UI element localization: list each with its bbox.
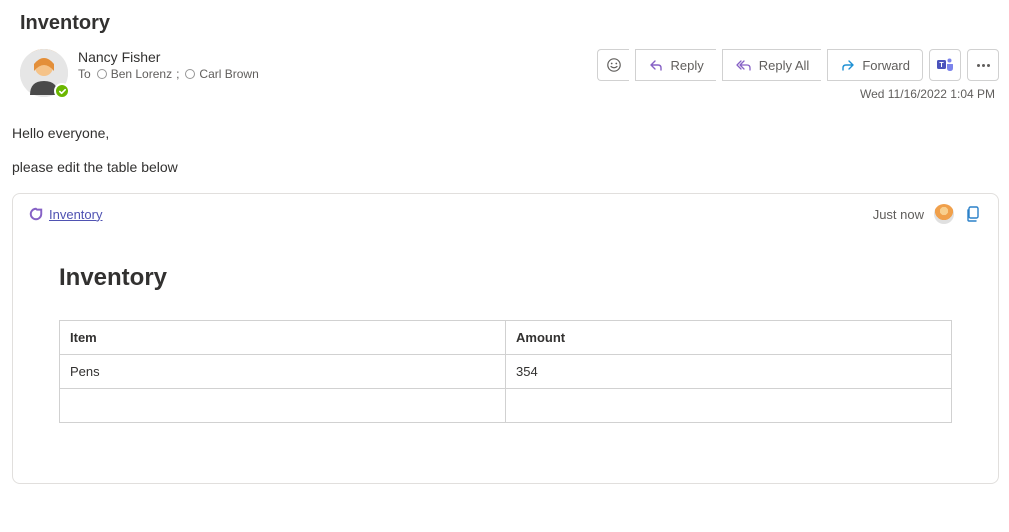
loop-last-edited: Just now [873,207,924,222]
react-button[interactable] [597,49,629,81]
table-cell[interactable] [506,389,952,423]
loop-component[interactable]: Inventory Just now Inventory Item Amount [12,193,999,484]
inventory-table[interactable]: Item Amount Pens 354 [59,320,952,423]
loop-heading[interactable]: Inventory [59,264,952,292]
reply-label: Reply [670,58,703,73]
body-greeting: Hello everyone, [12,125,999,141]
reply-button[interactable]: Reply [635,49,715,81]
svg-text:T: T [939,62,944,69]
presence-available-icon [54,83,70,99]
email-subject: Inventory [20,12,999,35]
table-row [60,389,952,423]
received-timestamp: Wed 11/16/2022 1:04 PM [860,87,999,101]
reply-all-label: Reply All [759,58,810,73]
teams-button[interactable]: T [929,49,961,81]
presence-unknown-icon [185,69,195,79]
sender-avatar[interactable] [20,49,68,97]
email-header: Nancy Fisher To Ben Lorenz; Carl Brown [20,49,999,101]
reply-all-button[interactable]: Reply All [722,49,822,81]
table-header-cell[interactable]: Amount [506,321,952,355]
recipient[interactable]: Carl Brown [185,67,258,81]
loop-editor-avatar[interactable] [934,204,954,224]
copy-component-icon[interactable] [964,205,982,223]
loop-body[interactable]: Inventory Item Amount Pens 354 [13,234,998,483]
table-header-cell[interactable]: Item [60,321,506,355]
loop-header: Inventory Just now [13,194,998,234]
table-cell[interactable]: Pens [60,355,506,389]
sender-name[interactable]: Nancy Fisher [78,49,597,65]
body-line: please edit the table below [12,159,999,175]
forward-button[interactable]: Forward [827,49,923,81]
recipient[interactable]: Ben Lorenz; [97,67,180,81]
forward-label: Forward [862,58,910,73]
table-cell[interactable]: 354 [506,355,952,389]
loop-icon [29,207,43,221]
table-cell[interactable] [60,389,506,423]
presence-unknown-icon [97,69,107,79]
loop-title-link[interactable]: Inventory [49,207,102,222]
smiley-icon [606,57,622,73]
message-actions: Reply Reply All Forward T [597,49,999,81]
more-actions-button[interactable] [967,49,999,81]
teams-icon: T [936,56,954,74]
to-label: To [78,67,91,81]
more-icon [977,64,990,67]
table-header-row: Item Amount [60,321,952,355]
forward-icon [840,57,856,73]
recipients-line: To Ben Lorenz; Carl Brown [78,67,597,81]
reply-icon [648,57,664,73]
table-row: Pens 354 [60,355,952,389]
reply-all-icon [735,57,753,73]
recipient-name: Carl Brown [199,67,258,81]
email-body: Hello everyone, please edit the table be… [12,125,999,484]
recipient-name: Ben Lorenz [111,67,172,81]
